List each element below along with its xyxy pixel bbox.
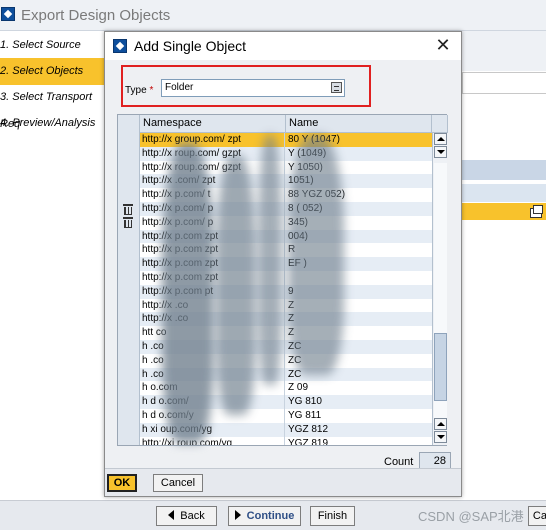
copy-icon[interactable] xyxy=(530,205,543,218)
type-input[interactable]: Folder xyxy=(161,79,345,97)
window-title: Export Design Objects xyxy=(21,7,171,24)
add-single-object-dialog: Add Single Object ✕ Type * Folder Namesp… xyxy=(104,31,462,497)
back-button[interactable]: Back xyxy=(156,506,217,526)
background-input xyxy=(462,72,546,94)
object-table: Namespace Name http://x group.com/ zpt80… xyxy=(117,114,448,446)
type-value: Folder xyxy=(165,82,194,93)
dialog-app-icon xyxy=(113,39,127,53)
background-table-row xyxy=(462,184,546,202)
namespace-cell[interactable]: h d o.com/ xyxy=(140,395,285,409)
dialog-title-bar: Add Single Object ✕ xyxy=(105,32,461,60)
name-cell[interactable]: YG 811 xyxy=(285,409,432,423)
finish-button[interactable]: Finish xyxy=(310,506,355,526)
required-marker: * xyxy=(149,85,154,96)
scroll-up-icon[interactable] xyxy=(434,133,447,145)
cancel-button[interactable]: Cancel xyxy=(153,474,203,492)
scroll-thumb[interactable] xyxy=(434,333,447,401)
namespace-cell[interactable]: http://xi roup.com/yg xyxy=(140,436,285,445)
privacy-blur xyxy=(216,155,256,415)
step-preview-analysis[interactable]: 4. Preview/Analysis xyxy=(0,110,104,137)
value-help-icon[interactable] xyxy=(331,82,342,93)
name-cell[interactable]: YGZ 812 xyxy=(285,423,432,437)
close-icon[interactable]: ✕ xyxy=(435,36,451,54)
scroll-down-icon[interactable] xyxy=(434,431,447,443)
privacy-blur xyxy=(288,135,344,375)
cancel-wizard-button-label: Can xyxy=(532,510,546,522)
trash-icon[interactable] xyxy=(123,217,133,229)
continue-button[interactable]: Continue xyxy=(228,506,301,526)
dialog-title: Add Single Object xyxy=(134,38,247,54)
background-panel xyxy=(462,31,546,501)
continue-button-label: Continue xyxy=(246,510,295,522)
continue-arrow-icon xyxy=(234,510,241,520)
scroll-down-icon[interactable] xyxy=(434,146,447,158)
dialog-footer: OK Cancel xyxy=(105,468,461,496)
type-label: Type * xyxy=(125,85,153,96)
watermark: CSDN @SAP北港 xyxy=(418,509,524,524)
background-header-band xyxy=(462,31,546,71)
back-button-label: Back xyxy=(180,510,205,522)
app-icon xyxy=(1,7,15,21)
background-table-header xyxy=(462,160,546,180)
row-selector-column[interactable] xyxy=(118,115,140,445)
cancel-wizard-button[interactable]: Can xyxy=(528,506,546,526)
back-arrow-icon xyxy=(168,510,175,520)
type-field-group: Type * Folder xyxy=(121,65,371,107)
wizard-steps: 1. Select Source 2. Select Objects 3. Se… xyxy=(0,31,104,501)
namespace-cell[interactable]: h d o.com/y xyxy=(140,408,285,423)
scroll-up-icon[interactable] xyxy=(434,418,447,430)
trash-icon[interactable] xyxy=(123,203,133,215)
type-label-text: Type xyxy=(125,85,147,96)
table-scrollbar[interactable] xyxy=(432,133,447,445)
finish-button-label: Finish xyxy=(317,510,348,522)
window-title-bar: Export Design Objects xyxy=(0,0,546,31)
column-header-namespace[interactable]: Namespace xyxy=(140,115,286,133)
privacy-blur xyxy=(258,135,282,385)
count-label: Count xyxy=(384,456,414,468)
step-select-objects[interactable]: 2. Select Objects xyxy=(0,58,104,85)
ok-button[interactable]: OK xyxy=(107,474,137,492)
step-select-source[interactable]: 1. Select Source xyxy=(0,32,104,59)
column-settings-corner xyxy=(432,115,448,133)
privacy-blur xyxy=(162,143,214,443)
name-cell[interactable]: YG 810 xyxy=(285,395,432,409)
step-select-transport-request[interactable]: 3. Select Transport Req xyxy=(0,84,104,130)
namespace-cell[interactable]: h xi oup.com/yg xyxy=(140,422,285,437)
name-cell[interactable]: Z 09 xyxy=(285,381,432,395)
name-cell[interactable]: YGZ 819 xyxy=(285,437,432,445)
column-header-name[interactable]: Name xyxy=(286,115,432,133)
